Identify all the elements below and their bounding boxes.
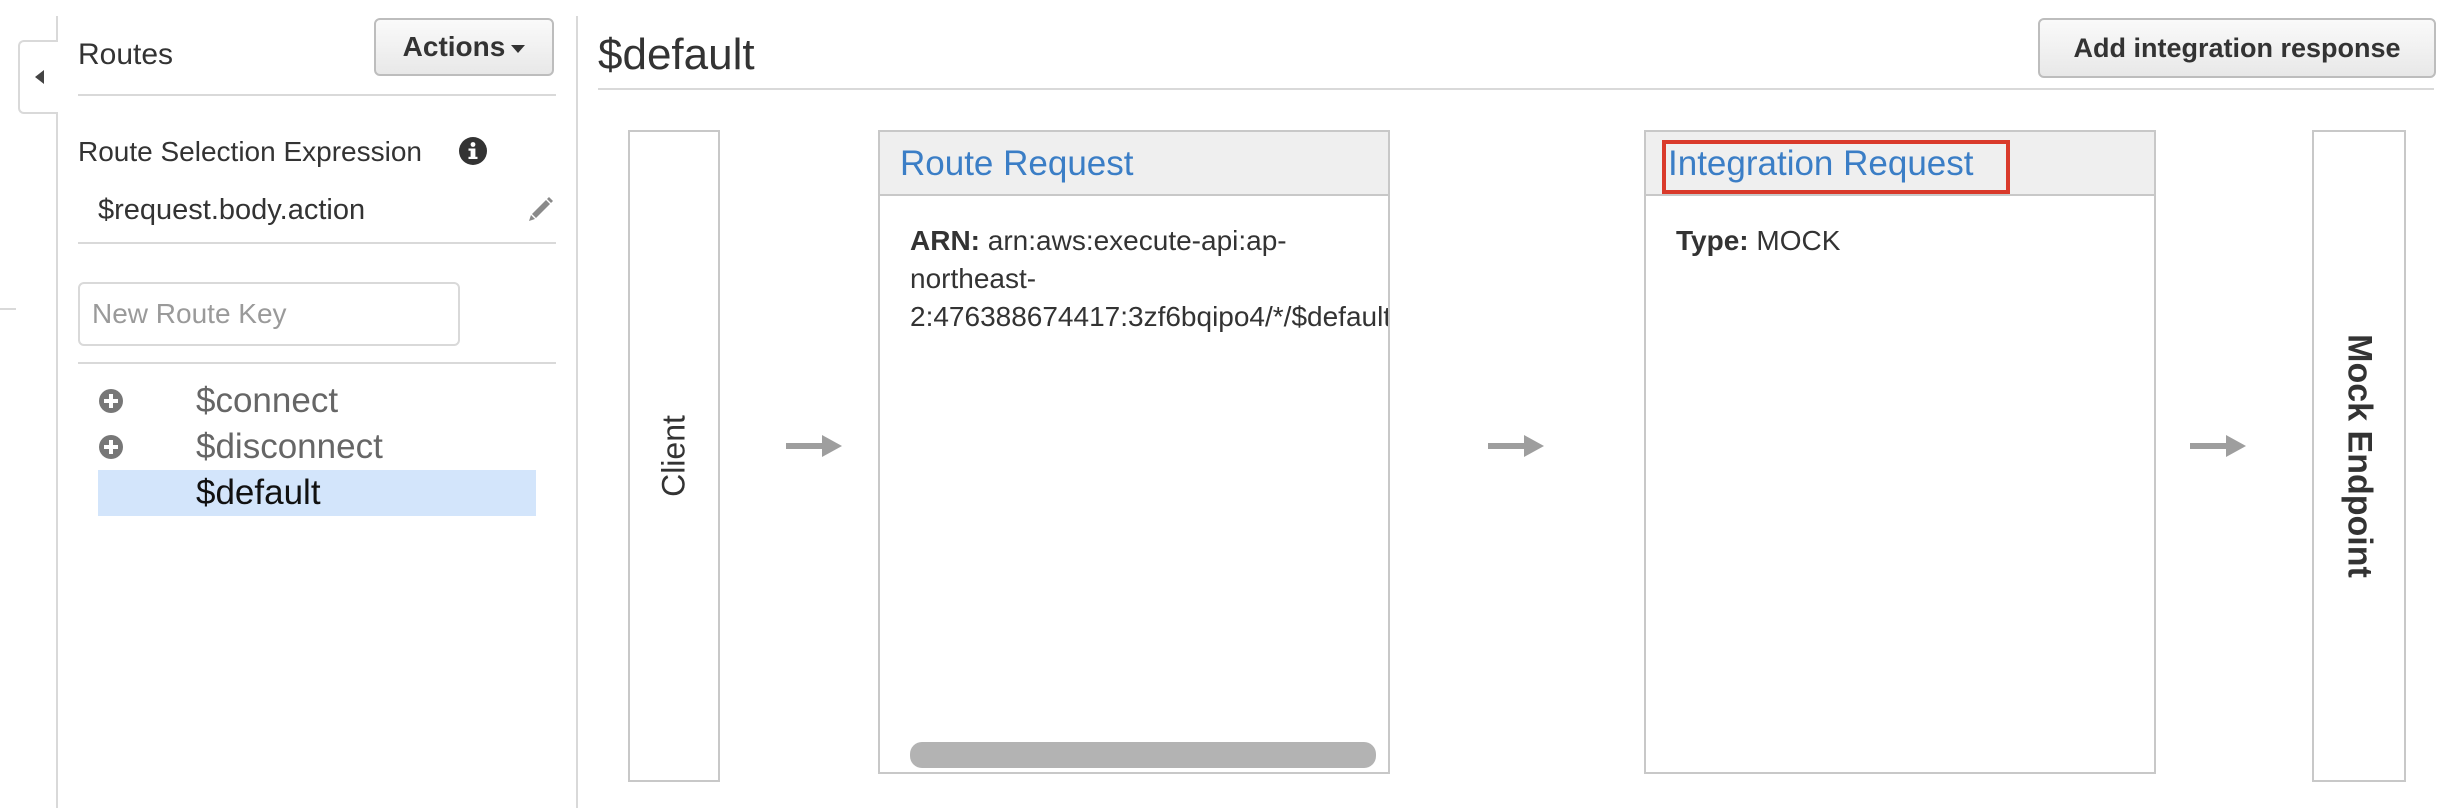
route-item-default[interactable]: $default <box>98 470 536 516</box>
new-route-key-input[interactable] <box>78 282 460 346</box>
divider <box>78 362 556 364</box>
integration-request-header: Integration Request <box>1646 132 2154 196</box>
pencil-icon[interactable] <box>526 194 556 224</box>
client-box[interactable]: Client <box>628 130 720 782</box>
arrow-right-icon <box>786 435 842 457</box>
caret-down-icon <box>511 45 526 53</box>
arn-value-line2: northeast- <box>910 263 1037 294</box>
collapse-panel-button[interactable] <box>18 40 58 114</box>
actions-label: Actions <box>402 31 506 62</box>
route-request-body: ARN: arn:aws:execute-api:ap- northeast- … <box>880 196 1388 336</box>
divider <box>598 88 2434 90</box>
client-label: Client <box>655 415 692 497</box>
plus-circle-icon[interactable] <box>98 434 124 460</box>
route-item-connect[interactable]: $connect <box>98 378 536 424</box>
page-title: $default <box>598 30 755 79</box>
arn-value-line3: 2:476388674417:3zf6bqipo4/*/$default <box>910 301 1390 332</box>
actions-button[interactable]: Actions <box>374 18 554 76</box>
panel-divider <box>576 16 578 808</box>
route-label: $connect <box>196 381 339 420</box>
type-label: Type: <box>1676 225 1749 256</box>
info-icon[interactable] <box>458 136 488 166</box>
route-label: $disconnect <box>196 427 383 466</box>
route-item-disconnect[interactable]: $disconnect <box>98 424 536 470</box>
route-selection-expression-value: $request.body.action <box>98 194 366 226</box>
mock-endpoint-label: Mock Endpoint <box>2340 334 2379 578</box>
route-request-header: Route Request <box>880 132 1388 196</box>
gutter-tick <box>0 308 16 310</box>
type-value: MOCK <box>1748 225 1841 256</box>
arn-value-line1: arn:aws:execute-api:ap- <box>980 225 1287 256</box>
arn-label: ARN: <box>910 225 980 256</box>
divider <box>78 94 556 96</box>
route-request-link[interactable]: Route Request <box>900 144 1133 184</box>
divider <box>78 242 556 244</box>
plus-circle-icon[interactable] <box>98 388 124 414</box>
integration-request-card: Integration Request Type: MOCK <box>1644 130 2156 774</box>
collapse-left-icon <box>35 70 44 84</box>
integration-request-body: Type: MOCK <box>1646 196 2154 260</box>
route-label: $default <box>196 473 321 512</box>
arrow-right-icon <box>1488 435 1544 457</box>
routes-title: Routes <box>78 38 174 71</box>
add-integration-response-button[interactable]: Add integration response <box>2038 18 2436 78</box>
route-request-card: Route Request ARN: arn:aws:execute-api:a… <box>878 130 1390 774</box>
horizontal-scrollbar[interactable] <box>910 742 1376 768</box>
arrow-right-icon <box>2190 435 2246 457</box>
highlight-box <box>1662 140 2010 194</box>
route-selection-expression-label: Route Selection Expression <box>78 136 422 167</box>
routes-panel: Routes Actions Route Selection Expressio… <box>58 0 578 808</box>
mock-endpoint-box[interactable]: Mock Endpoint <box>2312 130 2406 782</box>
